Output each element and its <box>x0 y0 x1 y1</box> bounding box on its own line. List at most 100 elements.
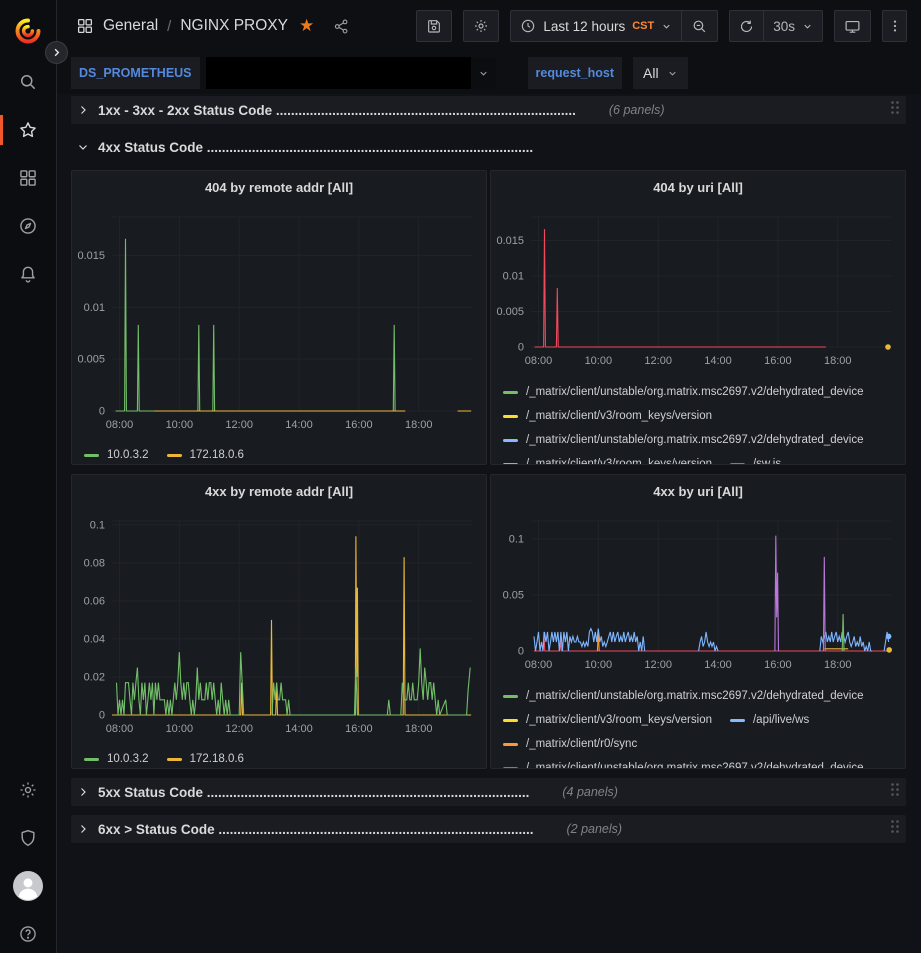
time-range-picker[interactable]: Last 12 hours CST <box>510 10 682 42</box>
svg-text:12:00: 12:00 <box>644 659 672 671</box>
dashboard-header: General / NGINX PROXY ★ Last 12 hours CS… <box>57 0 921 52</box>
panel-title[interactable]: 4xx by remote addr [All] <box>72 475 486 509</box>
svg-text:0.005: 0.005 <box>77 354 105 366</box>
explore-icon[interactable] <box>0 202 56 250</box>
dashboards-icon[interactable] <box>0 154 56 202</box>
legend-item[interactable]: 172.18.0.6 <box>167 753 244 765</box>
row-4xx[interactable]: 4xx Status Code ........................… <box>71 133 906 161</box>
time-series-chart[interactable]: 00.0050.010.01508:0010:0012:0014:0016:00… <box>72 205 486 442</box>
star-icon[interactable]: ★ <box>299 16 314 36</box>
apps-grid-icon[interactable] <box>76 17 94 35</box>
refresh-interval-picker[interactable]: 30s <box>764 10 823 42</box>
grafana-logo[interactable] <box>14 14 42 48</box>
chevron-down-icon <box>802 21 813 32</box>
sidebar-expand-button[interactable] <box>45 41 68 64</box>
alerting-icon[interactable] <box>0 250 56 298</box>
svg-text:0.02: 0.02 <box>84 671 105 683</box>
help-icon[interactable] <box>0 910 56 953</box>
row-drag-handle[interactable] <box>890 100 900 120</box>
variable-label-request-host[interactable]: request_host <box>528 57 623 89</box>
svg-text:0.1: 0.1 <box>90 519 105 531</box>
panel-title[interactable]: 404 by uri [All] <box>491 171 905 205</box>
legend-item[interactable]: /_matrix/client/r0/sync <box>503 738 637 750</box>
legend-item[interactable]: /_matrix/client/unstable/org.matrix.msc2… <box>503 690 864 702</box>
server-admin-icon[interactable] <box>0 814 56 862</box>
time-series-chart[interactable]: 00.0050.010.01508:0010:0012:0014:0016:00… <box>491 205 905 378</box>
kebab-menu-button[interactable] <box>882 10 907 42</box>
time-series-chart[interactable]: 00.020.040.060.080.108:0010:0012:0014:00… <box>72 509 486 746</box>
variable-select-request-host[interactable]: All <box>633 57 688 89</box>
search-icon[interactable] <box>0 58 56 106</box>
svg-text:12:00: 12:00 <box>225 723 253 735</box>
svg-text:0.04: 0.04 <box>84 633 105 645</box>
legend-item[interactable]: 172.18.0.6 <box>167 449 244 461</box>
svg-text:18:00: 18:00 <box>824 355 852 367</box>
sidebar-top-nav <box>0 58 56 298</box>
legend-item[interactable]: /sw.js <box>730 458 781 464</box>
panel-404-by-remote-addr: 404 by remote addr [All] 00.0050.010.015… <box>71 170 487 465</box>
save-dashboard-button[interactable] <box>416 10 452 42</box>
time-series-chart[interactable]: 00.050.108:0010:0012:0014:0016:0018:00 <box>491 509 905 682</box>
panel-legend: /_matrix/client/unstable/org.matrix.msc2… <box>491 378 905 464</box>
svg-text:0: 0 <box>518 342 524 354</box>
svg-text:12:00: 12:00 <box>225 419 253 431</box>
chevron-right-icon <box>77 786 89 798</box>
panel-title[interactable]: 404 by remote addr [All] <box>72 171 486 205</box>
svg-text:10:00: 10:00 <box>166 419 194 431</box>
chevron-right-icon <box>77 104 89 116</box>
zoom-out-button[interactable] <box>682 10 718 42</box>
variable-value-redacted <box>206 57 471 89</box>
legend-item[interactable]: /_matrix/client/unstable/org.matrix.msc2… <box>503 762 864 768</box>
svg-text:18:00: 18:00 <box>405 419 433 431</box>
svg-text:10:00: 10:00 <box>585 659 613 671</box>
row-drag-handle[interactable] <box>890 782 900 802</box>
panel-legend: 10.0.3.2 172.18.0.6 <box>72 442 486 464</box>
chevron-down-icon <box>667 68 678 79</box>
svg-text:14:00: 14:00 <box>285 723 313 735</box>
variable-label-ds[interactable]: DS_PROMETHEUS <box>71 57 200 89</box>
legend-item[interactable]: /_matrix/client/v3/room_keys/version <box>503 714 712 726</box>
chevron-down-icon <box>478 68 489 79</box>
dashboard-title[interactable]: NGINX PROXY <box>180 17 288 35</box>
svg-text:10:00: 10:00 <box>166 723 194 735</box>
svg-text:14:00: 14:00 <box>704 355 732 367</box>
legend-item[interactable]: /_matrix/client/unstable/org.matrix.msc2… <box>503 386 864 398</box>
panel-title[interactable]: 4xx by uri [All] <box>491 475 905 509</box>
svg-text:16:00: 16:00 <box>345 419 373 431</box>
panel-legend: /_matrix/client/unstable/org.matrix.msc2… <box>491 682 905 768</box>
sidebar-bottom-nav <box>0 766 56 953</box>
legend-item[interactable]: /_matrix/client/v3/room_keys/version <box>503 458 712 464</box>
starred-icon[interactable] <box>0 106 56 154</box>
breadcrumb-section[interactable]: General <box>103 17 158 35</box>
row-1xx-3xx-2xx[interactable]: 1xx - 3xx - 2xx Status Code ............… <box>71 96 906 124</box>
legend-item[interactable]: 10.0.3.2 <box>84 753 149 765</box>
panel-4xx-by-remote-addr: 4xx by remote addr [All] 00.020.040.060.… <box>71 474 487 769</box>
legend-item[interactable]: /api/live/ws <box>730 714 809 726</box>
row-drag-handle[interactable] <box>890 819 900 839</box>
tv-mode-button[interactable] <box>834 10 871 42</box>
variable-select-ds[interactable] <box>206 57 496 89</box>
panel-4xx-by-uri: 4xx by uri [All] 00.050.108:0010:0012:00… <box>490 474 906 769</box>
legend-item[interactable]: /_matrix/client/v3/room_keys/version <box>503 410 712 422</box>
refresh-button[interactable] <box>729 10 764 42</box>
panel-legend: 10.0.3.2 172.18.0.6 <box>72 746 486 768</box>
legend-item[interactable]: 10.0.3.2 <box>84 449 149 461</box>
svg-text:0: 0 <box>99 710 105 722</box>
configuration-icon[interactable] <box>0 766 56 814</box>
dashboard-settings-button[interactable] <box>463 10 499 42</box>
svg-text:0.015: 0.015 <box>77 250 105 262</box>
svg-text:0.005: 0.005 <box>496 306 524 318</box>
chevron-down-icon <box>661 21 672 32</box>
dashboard-submenu: DS_PROMETHEUS request_host All <box>57 52 921 94</box>
svg-text:08:00: 08:00 <box>106 419 134 431</box>
svg-text:16:00: 16:00 <box>345 723 373 735</box>
user-avatar[interactable] <box>0 862 56 910</box>
row-6xx[interactable]: 6xx > Status Code ......................… <box>71 815 906 843</box>
svg-text:10:00: 10:00 <box>585 355 613 367</box>
row-5xx[interactable]: 5xx Status Code ........................… <box>71 778 906 806</box>
svg-text:12:00: 12:00 <box>644 355 672 367</box>
legend-item[interactable]: /_matrix/client/unstable/org.matrix.msc2… <box>503 434 864 446</box>
panel-404-by-uri: 404 by uri [All] 00.0050.010.01508:0010:… <box>490 170 906 465</box>
breadcrumb: General / NGINX PROXY ★ <box>76 16 350 36</box>
share-icon[interactable] <box>333 18 350 35</box>
